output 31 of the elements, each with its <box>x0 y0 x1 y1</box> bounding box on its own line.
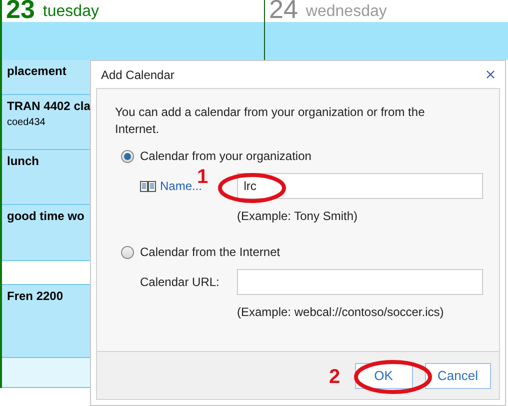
dialog-title: Add Calendar <box>101 66 174 84</box>
calendar-event[interactable]: good time wo <box>2 205 92 261</box>
cancel-button[interactable]: Cancel <box>424 362 491 388</box>
annotation-ellipse <box>217 172 287 204</box>
event-title: Fren 2200 <box>7 288 64 305</box>
day-number: 24 <box>269 0 298 22</box>
day-name: wednesday <box>306 2 387 22</box>
event-location: coed434 <box>7 116 46 130</box>
day-name: tuesday <box>42 2 99 22</box>
radio-button[interactable] <box>121 150 134 162</box>
radio-label: Calendar from your organization <box>140 148 312 165</box>
annotation-number: 1 <box>197 167 208 187</box>
text-field[interactable]: lrc <box>236 173 483 199</box>
calendar-event[interactable]: placement <box>2 60 92 95</box>
annotation-number: 2 <box>329 367 340 387</box>
intro-text: You can add a calendar from your organization or from the Internet. <box>115 104 426 138</box>
field-label: Calendar URL: <box>140 274 220 291</box>
radio-label: Calendar from the Internet <box>140 244 280 261</box>
book-icon <box>140 180 156 192</box>
event-title: placement <box>7 63 68 80</box>
example-text: (Example: Tony Smith) <box>237 208 358 225</box>
calendar-event[interactable]: Fren 2200 <box>2 285 92 358</box>
example-text: (Example: webcal://contoso/soccer.ics) <box>237 304 445 321</box>
event-title: good time wo <box>7 208 86 225</box>
event-title: lunch <box>7 153 40 170</box>
day-number: 23 <box>6 0 35 22</box>
calendar-event[interactable]: lunch <box>2 150 92 205</box>
radio-button[interactable] <box>121 246 134 258</box>
close-icon[interactable] <box>484 68 497 81</box>
calendar-event[interactable]: TRAN 4402 cla coed434 <box>2 95 92 150</box>
text-field[interactable] <box>236 269 483 295</box>
